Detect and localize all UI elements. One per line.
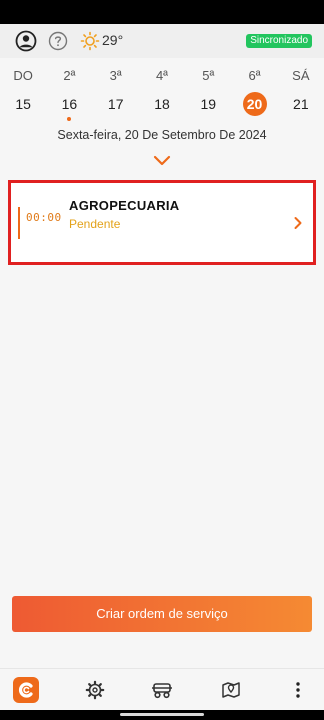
weather-temperature: 29° [102,32,124,48]
calendar-day-20-selected[interactable]: 6ª 20 [231,68,277,128]
nav-vehicles[interactable] [149,677,175,703]
day-number: 18 [154,96,170,112]
day-number: 19 [200,96,217,112]
day-number: 20 [242,92,267,116]
appointment-time: 00:00 [26,211,62,224]
day-name: DO [13,68,33,83]
calendar-day-16[interactable]: 2ª 16 [46,68,92,128]
appointment-card[interactable]: 00:00 AGROPECUARIA Pendente [11,183,313,262]
system-status-bar [0,0,324,24]
day-number: 15 [15,96,31,112]
selected-date-label: Sexta-feira, 20 De Setembro De 2024 [57,128,267,142]
day-name: 4ª [155,68,168,83]
more-vertical-icon [296,682,300,698]
calendar-day-15[interactable]: DO 15 [0,68,46,128]
map-pin-icon [222,682,240,698]
day-number: 16 [61,96,78,112]
gesture-bar [0,710,324,720]
expand-calendar-chevron-down-icon[interactable] [153,154,171,168]
appointment-title: AGROPECUARIA [69,198,180,213]
help-icon[interactable] [47,30,69,52]
bottom-navigation [0,668,324,710]
app-logo-icon [13,677,39,703]
day-name: 2ª [63,68,76,83]
calendar-day-19[interactable]: 5ª 19 [185,68,231,128]
nav-home[interactable] [13,677,39,703]
calendar-day-21[interactable]: SÁ 21 [278,68,324,128]
time-marker-bar [18,207,20,239]
nav-map[interactable] [218,677,244,703]
nav-more[interactable] [285,677,311,703]
nav-settings[interactable] [82,677,108,703]
day-name: SÁ [292,68,310,83]
calendar-day-17[interactable]: 3ª 17 [93,68,139,128]
sync-status-badge: Sincronizado [246,34,312,48]
calendar-day-18[interactable]: 4ª 18 [139,68,185,128]
chevron-right-icon [293,216,303,230]
sun-icon [79,30,101,52]
appointment-status: Pendente [69,217,121,231]
profile-icon[interactable] [15,30,37,52]
week-calendar: DO 15 2ª 16 3ª 17 4ª 18 5ª 19 6ª 20 SÁ 2… [0,58,324,186]
event-indicator-dot [67,117,72,121]
day-name: 3ª [109,68,122,83]
day-name: 5ª [202,68,215,83]
day-name: 6ª [248,68,261,83]
week-days-row: DO 15 2ª 16 3ª 17 4ª 18 5ª 19 6ª 20 SÁ 2… [0,68,324,128]
settings-gear-icon [85,680,105,700]
day-number: 17 [107,96,124,112]
day-number: 21 [293,96,309,112]
create-service-order-button[interactable]: Criar ordem de serviço [12,596,312,632]
home-indicator[interactable] [120,713,204,716]
vehicle-icon [152,683,172,699]
top-bar: 29° Sincronizado [0,24,324,58]
